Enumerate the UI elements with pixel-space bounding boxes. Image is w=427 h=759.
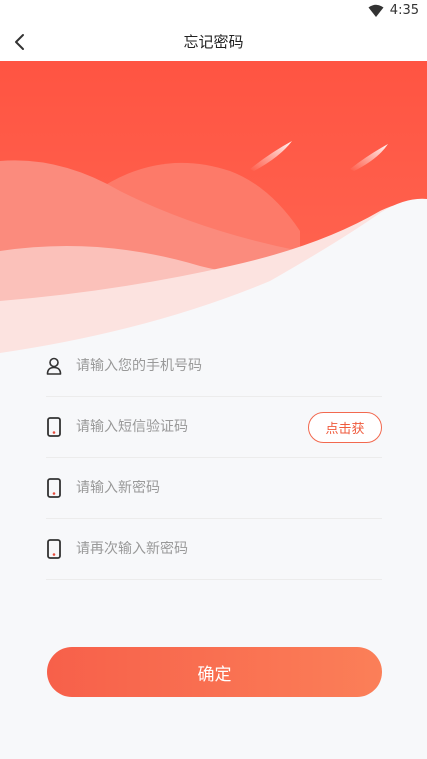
- phone-icon: [46, 417, 62, 437]
- phone-icon: [46, 478, 62, 498]
- new-password-row: [46, 458, 382, 519]
- status-indicators: 4:35: [368, 3, 419, 18]
- sms-code-input[interactable]: [76, 419, 276, 435]
- status-time: 4:35: [389, 3, 419, 18]
- sms-code-row: 点击获: [46, 397, 382, 458]
- phone-input[interactable]: [76, 358, 276, 374]
- get-code-button[interactable]: 点击获: [308, 412, 382, 443]
- back-button[interactable]: [6, 28, 34, 56]
- phone-icon: [46, 539, 62, 559]
- hero-banner: [0, 61, 427, 361]
- chevron-left-icon: [15, 34, 24, 50]
- app-header: 忘记密码: [0, 24, 427, 61]
- new-password-input[interactable]: [76, 480, 276, 496]
- hero-illustration: [0, 61, 427, 361]
- phone-row: [46, 336, 382, 397]
- reset-password-form: 点击获: [46, 336, 382, 580]
- status-bar: 4:35: [0, 0, 427, 24]
- wifi-icon: [368, 4, 384, 17]
- user-icon: [46, 356, 62, 376]
- confirm-password-input[interactable]: [76, 541, 276, 557]
- page-title: 忘记密码: [183, 33, 244, 51]
- confirm-button[interactable]: 确定: [47, 647, 382, 697]
- confirm-password-row: [46, 519, 382, 580]
